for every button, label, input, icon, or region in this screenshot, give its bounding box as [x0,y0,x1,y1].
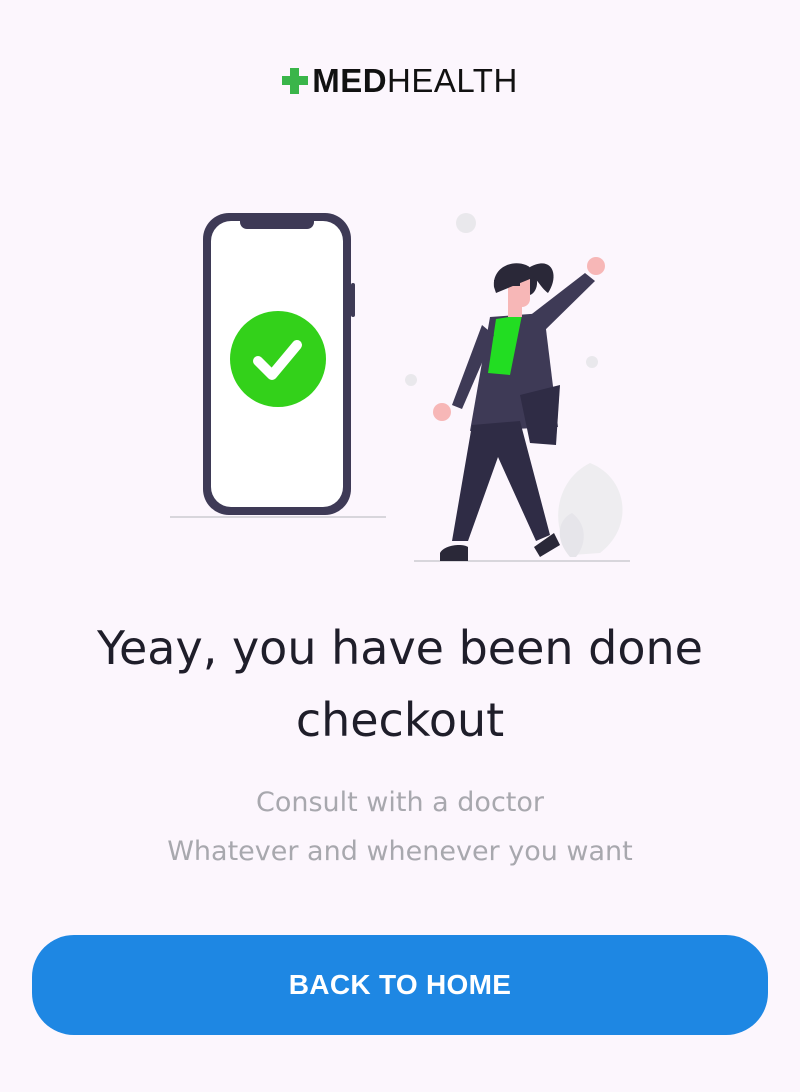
decor-dot [456,213,476,233]
plant-icon [558,463,623,557]
check-circle-icon [230,311,326,407]
success-subtitle: Consult with a doctor Whatever and whene… [60,778,740,876]
brand-logo: MED HEALTH [0,62,800,100]
checkout-success-illustration [170,213,630,562]
success-title: Yeay, you have been done checkout [97,621,703,747]
back-to-home-button[interactable]: BACK TO HOME [32,935,768,1035]
brand-name-light: HEALTH [387,62,518,99]
plus-icon [282,68,309,94]
subtitle-line-2: Whatever and whenever you want [167,836,633,867]
decor-dot [405,374,417,386]
subtitle-line-1: Consult with a doctor [255,787,545,818]
brand-name-bold: MED [312,62,388,99]
decor-dot [586,356,598,368]
